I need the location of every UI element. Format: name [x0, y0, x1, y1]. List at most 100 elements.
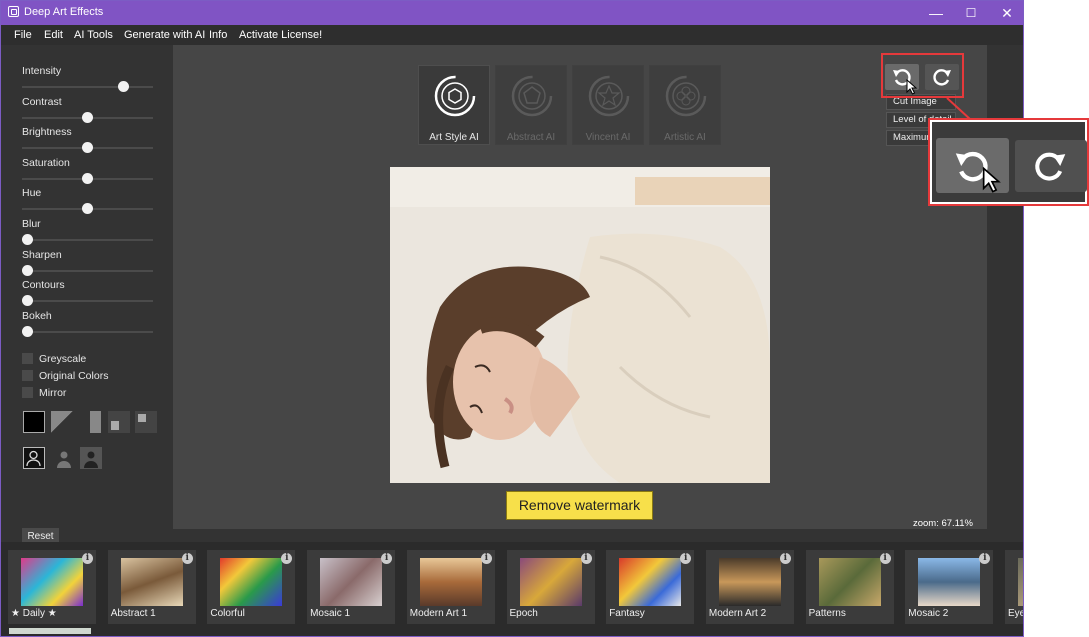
menu-file[interactable]: File — [14, 29, 32, 41]
slider-label-bokeh: Bokeh — [22, 309, 52, 322]
slider-label-contrast: Contrast — [22, 95, 62, 108]
menu-info[interactable]: Info — [209, 29, 227, 41]
slider-hue[interactable] — [22, 203, 153, 215]
portrait-mode-icon[interactable] — [23, 447, 45, 469]
style-thumb-mosaic-2[interactable]: Mosaic 2 i — [905, 550, 994, 624]
slider-contrast[interactable] — [22, 111, 153, 123]
info-icon[interactable]: i — [779, 553, 791, 564]
style-thumb-modern-art-1[interactable]: Modern Art 1 i — [406, 550, 495, 624]
style-thumb-patterns[interactable]: Patterns i — [805, 550, 894, 624]
info-icon[interactable]: i — [381, 553, 393, 564]
info-icon[interactable]: i — [181, 553, 193, 564]
slider-label-blur: Blur — [22, 218, 41, 230]
style-thumb-fantasy[interactable]: Fantasy i — [606, 550, 695, 624]
slider-thumb[interactable] — [82, 111, 93, 123]
slider-thumb[interactable] — [82, 203, 93, 215]
style-thumb-label: Modern Art 2 — [708, 608, 767, 619]
greyscale-checkbox[interactable] — [22, 353, 33, 364]
style-thumb-label: Mosaic 1 — [310, 608, 351, 619]
style-thumb-mosaic-1[interactable]: Mosaic 1 i — [307, 550, 396, 624]
art-style-ai-label: Art Style AI — [429, 132, 479, 143]
slider-sharpen[interactable] — [22, 264, 153, 276]
info-icon[interactable]: i — [580, 553, 592, 564]
style-thumb-image — [918, 558, 981, 606]
style-thumb-colorful[interactable]: Colorful i — [207, 550, 296, 624]
remove-watermark-button[interactable]: Remove watermark — [506, 491, 653, 520]
slider-label-brightness: Brightness — [22, 126, 72, 139]
mask-corner-button[interactable] — [108, 411, 130, 433]
background-mode-icon[interactable] — [53, 447, 75, 469]
slider-saturation[interactable] — [22, 172, 153, 184]
vincent-ai-button[interactable]: Vincent AI — [572, 65, 644, 145]
subject-mode-icon[interactable] — [80, 447, 102, 469]
style-thumb-label: ★ Daily ★ — [11, 608, 57, 619]
mask-quarter-button[interactable] — [135, 411, 157, 433]
slider-thumb[interactable] — [22, 295, 33, 307]
mask-half-button[interactable] — [79, 411, 101, 433]
menu-generate-with-ai[interactable]: Generate with AI — [124, 29, 205, 41]
menu-activate-license[interactable]: Activate License! — [239, 29, 322, 41]
abstract-ai-button[interactable]: Abstract AI — [495, 65, 567, 145]
adjustments-panel: Intensity Contrast Brightness Saturation Hue… — [1, 45, 173, 545]
mirror-checkbox[interactable] — [22, 387, 33, 398]
art-style-ai-button[interactable]: Art Style AI — [418, 65, 490, 145]
slider-thumb[interactable] — [118, 81, 129, 92]
vincent-ai-label: Vincent AI — [585, 132, 631, 143]
style-thumb-image — [419, 558, 482, 606]
style-thumb-image — [320, 558, 383, 606]
slider-thumb[interactable] — [22, 325, 33, 337]
slider-thumb[interactable] — [22, 234, 33, 245]
zoomed-rotate-right-button — [1015, 140, 1087, 192]
maximize-icon[interactable]: ☐ — [953, 1, 989, 25]
info-icon[interactable]: i — [979, 553, 991, 564]
info-icon[interactable]: i — [480, 553, 492, 564]
style-thumb-abstract-1[interactable]: Abstract 1 i — [107, 550, 196, 624]
slider-thumb[interactable] — [82, 172, 93, 184]
zoom-callout — [928, 118, 1089, 206]
menu-bar: File Edit AI Tools Generate with AI Info… — [1, 25, 1023, 45]
menu-edit[interactable]: Edit — [44, 29, 63, 41]
mask-full-button[interactable] — [23, 411, 45, 433]
slider-label-saturation: Saturation — [22, 156, 70, 169]
style-thumb-modern-art-2[interactable]: Modern Art 2 i — [705, 550, 794, 624]
slider-contours[interactable] — [22, 295, 153, 307]
style-gallery: ★ Daily ★ i Abstract 1 i Colorful i Mosaic 1iM… — [1, 542, 1023, 636]
slider-bokeh[interactable] — [22, 325, 153, 337]
mask-diagonal-button[interactable] — [51, 411, 73, 433]
original-colors-label: Original Colors — [39, 370, 109, 382]
style-thumb-label: Modern Art 1 — [409, 608, 468, 619]
original-colors-checkbox[interactable] — [22, 370, 33, 381]
mirror-label: Mirror — [39, 387, 67, 399]
abstract-ai-label: Abstract AI — [506, 132, 556, 143]
style-thumb-daily[interactable]: ★ Daily ★ i — [8, 550, 96, 624]
info-icon[interactable]: i — [82, 553, 93, 564]
slider-brightness[interactable] — [22, 142, 153, 154]
slider-label-hue: Hue — [22, 187, 42, 200]
style-thumb-label: Fantasy — [609, 608, 645, 619]
artistic-ai-label: Artistic AI — [664, 132, 706, 143]
style-thumb-eye[interactable]: Eyei — [1005, 550, 1023, 624]
style-thumb-image — [1018, 558, 1023, 606]
style-thumb-image — [21, 558, 83, 606]
gallery-scrollbar[interactable] — [9, 628, 91, 634]
mask-quarter-shape — [138, 414, 146, 422]
style-thumb-image — [120, 558, 183, 606]
menu-ai-tools[interactable]: AI Tools — [74, 29, 113, 41]
art-style-ai-icon — [434, 75, 476, 117]
info-icon[interactable]: i — [879, 553, 891, 564]
abstract-ai-icon — [511, 75, 553, 117]
slider-thumb[interactable] — [82, 142, 93, 154]
style-thumb-image — [220, 558, 283, 606]
title-bar: Deep Art Effects — ☐ ✕ — [1, 1, 1023, 25]
style-thumb-label: Colorful — [210, 608, 245, 619]
info-icon[interactable]: i — [680, 553, 692, 564]
close-icon[interactable]: ✕ — [989, 1, 1023, 25]
minimize-icon[interactable]: — — [918, 1, 954, 25]
slider-intensity[interactable] — [22, 81, 153, 92]
artistic-ai-button[interactable]: Artistic AI — [649, 65, 721, 145]
zoom-level: zoom: 67.11% — [912, 518, 973, 529]
info-icon[interactable]: i — [281, 553, 293, 564]
slider-thumb[interactable] — [22, 264, 33, 276]
style-thumb-epoch[interactable]: Epoch i — [506, 550, 595, 624]
slider-blur[interactable] — [22, 234, 153, 245]
